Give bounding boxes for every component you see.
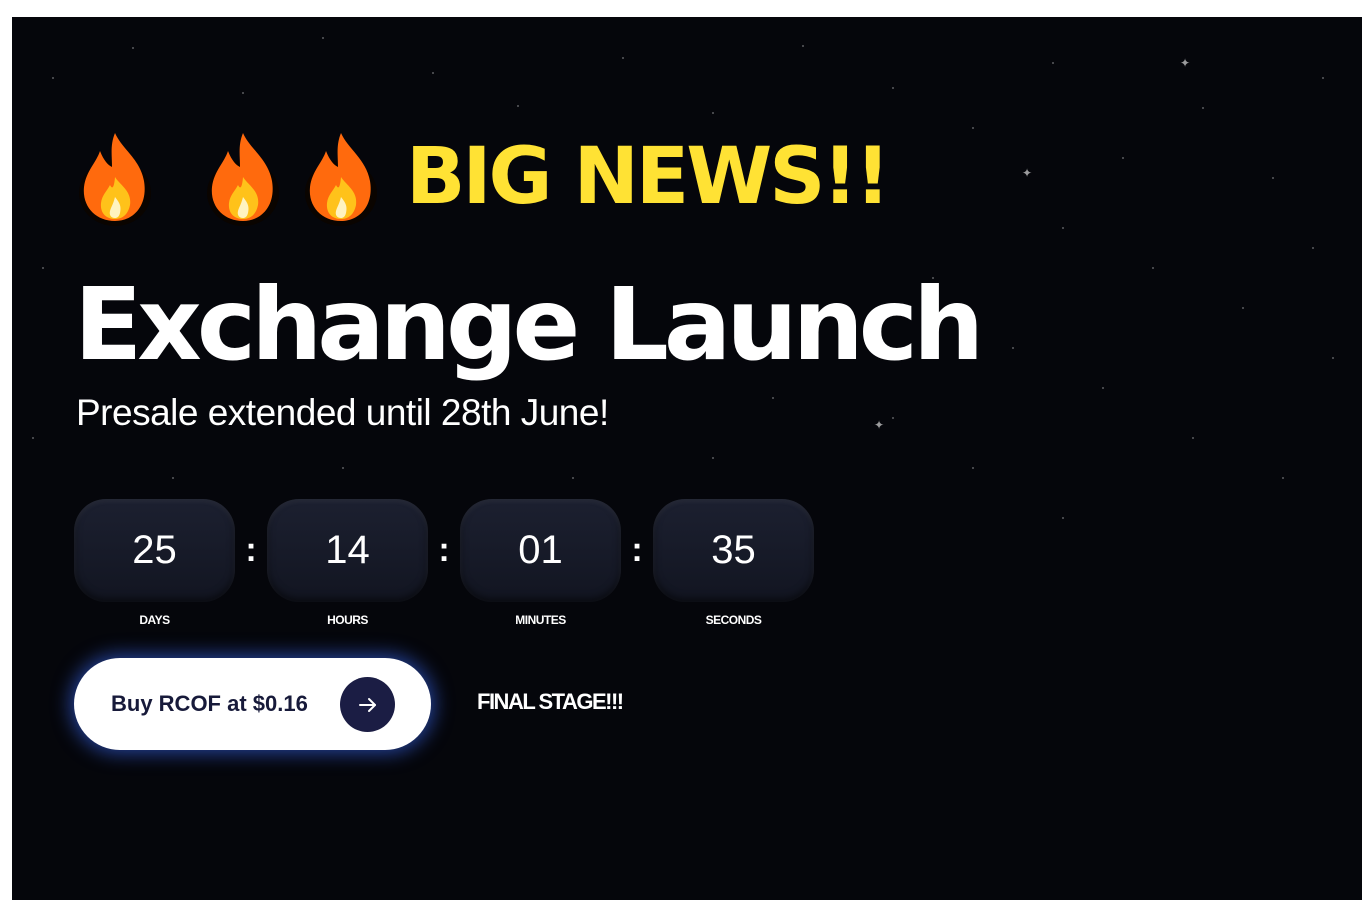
presale-subtitle: Presale extended until 28th June! <box>76 392 609 433</box>
countdown-value: 25 <box>74 499 235 602</box>
countdown-separator: : <box>438 531 450 569</box>
countdown-timer: 25 DAYS : 14 HOURS : 01 MINUTES : 35 SEC… <box>74 499 814 627</box>
page-title: Exchange Launch <box>74 266 984 383</box>
fire-emoji-icon <box>79 133 151 226</box>
countdown-seconds: 35 SECONDS <box>653 499 814 627</box>
fire-emoji-icon <box>207 133 279 226</box>
fire-emoji-icon <box>305 133 377 226</box>
countdown-value: 01 <box>460 499 621 602</box>
countdown-label: DAYS <box>139 613 170 627</box>
buy-rcof-button[interactable]: Buy RCOF at $0.16 <box>74 658 431 750</box>
arrow-right-icon[interactable] <box>340 677 395 732</box>
countdown-separator: : <box>631 531 643 569</box>
countdown-separator: : <box>245 531 257 569</box>
countdown-label: HOURS <box>327 613 368 627</box>
final-stage-label: FINAL STAGE!!! <box>477 689 624 714</box>
big-news-headline: BIG NEWS!! <box>406 132 891 222</box>
headline-row: BIG NEWS!! <box>74 127 891 227</box>
countdown-label: SECONDS <box>705 613 762 627</box>
buy-button-label: Buy RCOF at $0.16 <box>111 691 308 716</box>
countdown-value: 14 <box>267 499 428 602</box>
hero-section: ✦ ✦ ✦ BIG NEWS!! Exchange Launch Presale… <box>12 17 1362 900</box>
countdown-value: 35 <box>653 499 814 602</box>
countdown-label: MINUTES <box>515 613 566 627</box>
countdown-minutes: 01 MINUTES <box>460 499 621 627</box>
countdown-hours: 14 HOURS <box>267 499 428 627</box>
countdown-days: 25 DAYS <box>74 499 235 627</box>
